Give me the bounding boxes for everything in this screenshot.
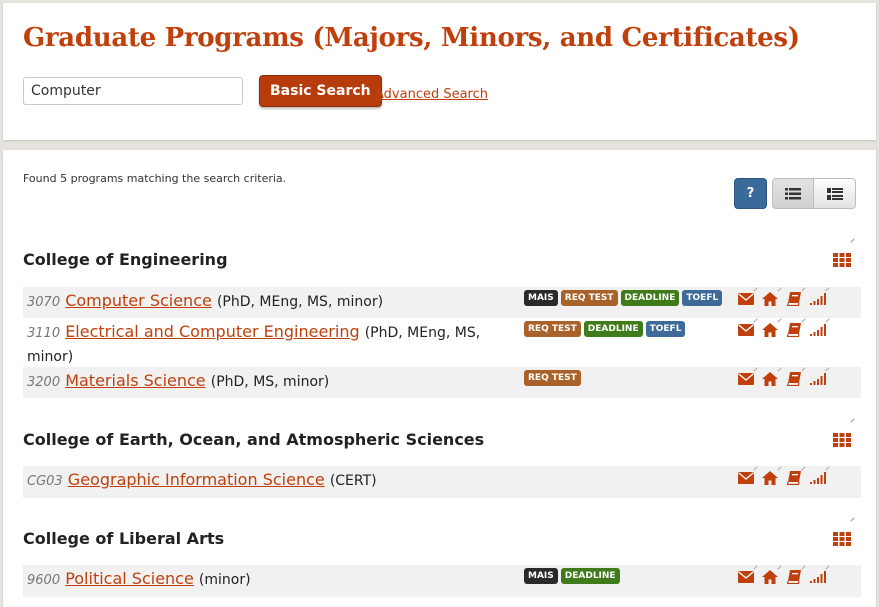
book-icon[interactable] [785, 322, 803, 338]
college-title: College of Liberal Arts [23, 529, 225, 548]
advanced-search-link[interactable]: Advanced Search [375, 87, 488, 102]
book-icon[interactable] [785, 569, 803, 585]
program-row: 3070 Computer Science (PhD, MEng, MS, mi… [23, 287, 861, 318]
program-actions [737, 371, 827, 387]
program-link[interactable]: Political Science [65, 569, 194, 588]
program-row: CG03 Geographic Information Science (CER… [23, 466, 861, 498]
home-icon[interactable] [761, 470, 779, 486]
grid-icon[interactable] [833, 432, 851, 451]
grid-icon[interactable] [833, 531, 851, 550]
basic-search-button[interactable]: Basic Search [259, 75, 382, 107]
program-actions [737, 291, 827, 307]
deadline-badge: DEADLINE [583, 321, 643, 337]
signal-bars-icon[interactable] [809, 371, 827, 387]
search-input[interactable] [23, 77, 243, 105]
program-link[interactable]: Geographic Information Science [68, 470, 325, 489]
book-icon[interactable] [785, 470, 803, 486]
list-icon [785, 187, 801, 199]
page-title: Graduate Programs (Majors, Minors, and C… [23, 23, 800, 53]
mais-badge: MAIS [524, 568, 558, 584]
program-degrees: (CERT) [329, 473, 377, 489]
toefl-badge: TOEFL [682, 290, 723, 306]
program-link[interactable]: Computer Science [65, 291, 212, 310]
deadline-badge: DEADLINE [620, 290, 680, 306]
home-icon[interactable] [761, 569, 779, 585]
signal-bars-icon[interactable] [809, 569, 827, 585]
program-code: 3110 [27, 326, 61, 341]
req-test-badge: REQ TEST [524, 370, 581, 386]
program-row: 9600 Political Science (minor) MAIS DEAD… [23, 565, 861, 597]
program-degrees: (PhD, MS, minor) [210, 374, 330, 390]
home-icon[interactable] [761, 371, 779, 387]
results-summary: Found 5 programs matching the search cri… [23, 172, 287, 185]
mais-badge: MAIS [524, 290, 558, 306]
book-icon[interactable] [785, 291, 803, 307]
detail-list-icon [826, 187, 843, 200]
envelope-icon[interactable] [737, 569, 755, 585]
req-test-badge: REQ TEST [560, 290, 618, 306]
program-actions [737, 569, 827, 585]
list-view-button[interactable] [772, 178, 814, 209]
results-panel: Found 5 programs matching the search cri… [3, 150, 876, 607]
help-button[interactable]: ? [734, 178, 767, 209]
home-icon[interactable] [761, 291, 779, 307]
home-icon[interactable] [761, 322, 779, 338]
envelope-icon[interactable] [737, 322, 755, 338]
signal-bars-icon[interactable] [809, 291, 827, 307]
program-code: 9600 [27, 573, 61, 588]
signal-bars-icon[interactable] [809, 322, 827, 338]
envelope-icon[interactable] [737, 470, 755, 486]
deadline-badge: DEADLINE [560, 568, 620, 584]
signal-bars-icon[interactable] [809, 470, 827, 486]
program-code: 3070 [27, 295, 61, 310]
program-code: 3200 [27, 375, 61, 390]
program-row: 3200 Materials Science (PhD, MS, minor) … [23, 367, 861, 398]
envelope-icon[interactable] [737, 371, 755, 387]
college-title: College of Engineering [23, 250, 228, 269]
grid-icon[interactable] [833, 252, 851, 271]
search-panel: Graduate Programs (Majors, Minors, and C… [3, 3, 876, 140]
program-actions [737, 322, 827, 338]
envelope-icon[interactable] [737, 291, 755, 307]
req-test-badge: REQ TEST [524, 321, 581, 337]
program-degrees: (minor) [198, 572, 251, 588]
program-link[interactable]: Materials Science [65, 371, 205, 390]
program-degrees: (PhD, MEng, MS, minor) [216, 294, 384, 310]
view-toggle-group [772, 178, 856, 209]
toefl-badge: TOEFL [645, 321, 686, 337]
college-title: College of Earth, Ocean, and Atmospheric… [23, 430, 485, 449]
program-link[interactable]: Electrical and Computer Engineering [65, 322, 359, 341]
detail-list-view-button[interactable] [814, 178, 856, 209]
program-code: CG03 [27, 474, 63, 489]
program-row: 3110 Electrical and Computer Engineering… [23, 318, 861, 367]
program-actions [737, 470, 827, 486]
book-icon[interactable] [785, 371, 803, 387]
